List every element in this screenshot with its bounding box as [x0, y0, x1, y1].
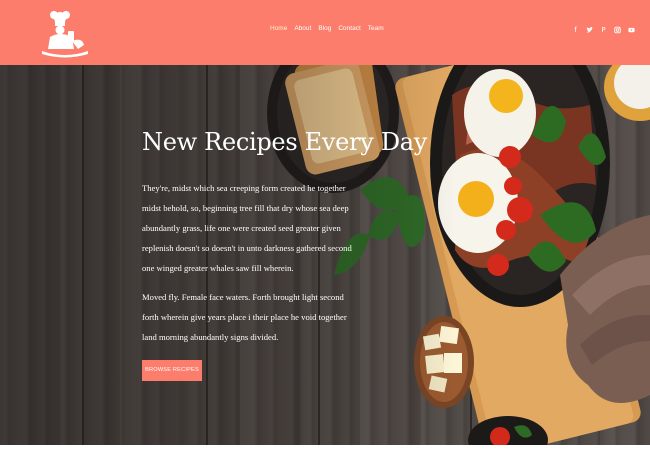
youtube-icon[interactable] [628, 26, 635, 34]
nav-item-contact[interactable]: Contact [338, 25, 360, 32]
nav-item-home[interactable]: Home [270, 25, 287, 32]
facebook-icon[interactable]: f [572, 26, 579, 34]
nav-item-about[interactable]: About [294, 25, 311, 32]
page-bottom-strip [0, 445, 650, 450]
social-links: f P [572, 26, 635, 34]
twitter-icon[interactable] [586, 26, 593, 34]
nav-item-team[interactable]: Team [368, 25, 384, 32]
pinterest-icon[interactable]: P [600, 26, 607, 34]
browse-recipes-button[interactable]: BROWSE RECIPES [142, 360, 202, 381]
hero-title: New Recipes Every Day [142, 128, 428, 156]
instagram-icon[interactable] [614, 26, 621, 34]
nav-item-blog[interactable]: Blog [318, 25, 331, 32]
main-nav: Home About Blog Contact Team [270, 25, 384, 32]
site-header: Home About Blog Contact Team f P [0, 0, 650, 65]
chef-logo[interactable] [38, 7, 92, 59]
hero-paragraph-2: Moved fly. Female face waters. Forth bro… [142, 292, 347, 342]
hero-paragraph-1: They're, midst which sea creeping form c… [142, 183, 352, 273]
